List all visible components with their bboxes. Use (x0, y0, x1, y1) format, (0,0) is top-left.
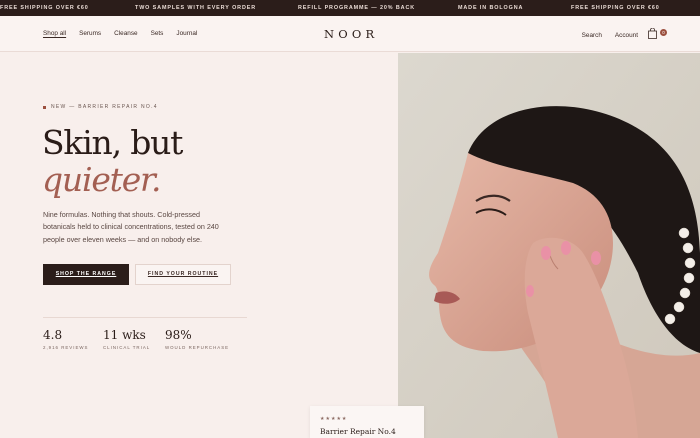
shop-the-range-button[interactable]: SHOP THE RANGE (43, 264, 129, 285)
stat-reviews: 4.8 2,916 REVIEWS (43, 328, 88, 350)
stat-value: 11 wks (103, 328, 146, 342)
nav-sets[interactable]: Sets (151, 30, 164, 37)
eyebrow-text: NEW — BARRIER REPAIR NO.4 (51, 104, 158, 110)
stat-label: CLINICAL TRIAL (103, 345, 151, 350)
announcement-item: MADE IN BOLOGNA (458, 5, 524, 11)
nav-shop-all[interactable]: Shop all (43, 30, 66, 37)
account-link[interactable]: Account (615, 32, 638, 39)
cart-count-badge: 0 (660, 29, 667, 36)
hero-image (398, 53, 700, 438)
main-nav: Shop all Serums Cleanse Sets Journal (43, 30, 210, 37)
announcement-item: FREE SHIPPING OVER €60 (0, 5, 89, 11)
product-name: Barrier Repair No.4 (320, 427, 396, 436)
announcement-item: TWO SAMPLES WITH EVERY ORDER (135, 5, 257, 11)
announcement-item: REFILL PROGRAMME — 20% BACK (298, 5, 416, 11)
rating-stars: ★★★★★ (320, 416, 348, 422)
eyebrow-dot-icon (43, 105, 46, 109)
cart-button[interactable]: 0 (648, 28, 667, 39)
announcement-item: FREE SHIPPING OVER €60 (571, 5, 660, 11)
hero-description: Nine formulas. Nothing that shouts. Cold… (43, 210, 219, 244)
stat-trial: 11 wks CLINICAL TRIAL (103, 328, 150, 350)
stat-label: 2,916 REVIEWS (43, 345, 89, 350)
hero-content: NEW — BARRIER REPAIR NO.4 Skin, but quie… (0, 53, 398, 438)
site-header: Shop all Serums Cleanse Sets Journal NOO… (0, 16, 700, 52)
hero-eyebrow: NEW — BARRIER REPAIR NO.4 (43, 104, 158, 110)
stat-repurchase: 98% WOULD REPURCHASE (165, 328, 229, 350)
header-actions: Search Account 0 (569, 28, 667, 40)
shopping-bag-icon (648, 28, 657, 39)
brand-logo[interactable]: NOOR (324, 27, 378, 41)
stat-value: 98% (165, 328, 192, 342)
nav-serums[interactable]: Serums (79, 30, 101, 37)
search-link[interactable]: Search (582, 32, 602, 39)
hero-headline-accent: quieter. (42, 160, 161, 199)
stats-divider (43, 317, 247, 318)
stat-label: WOULD REPURCHASE (165, 345, 230, 350)
nav-journal[interactable]: Journal (176, 30, 197, 37)
nav-cleanse[interactable]: Cleanse (114, 30, 137, 37)
model-portrait-illustration (398, 53, 700, 438)
find-your-routine-button[interactable]: FIND YOUR ROUTINE (135, 264, 231, 285)
hero-headline: Skin, but (42, 123, 183, 162)
product-card[interactable]: ★★★★★ Barrier Repair No.4 (310, 406, 424, 438)
stat-value: 4.8 (43, 328, 63, 342)
announcement-bar: FREE SHIPPING OVER €60 TWO SAMPLES WITH … (0, 0, 700, 16)
